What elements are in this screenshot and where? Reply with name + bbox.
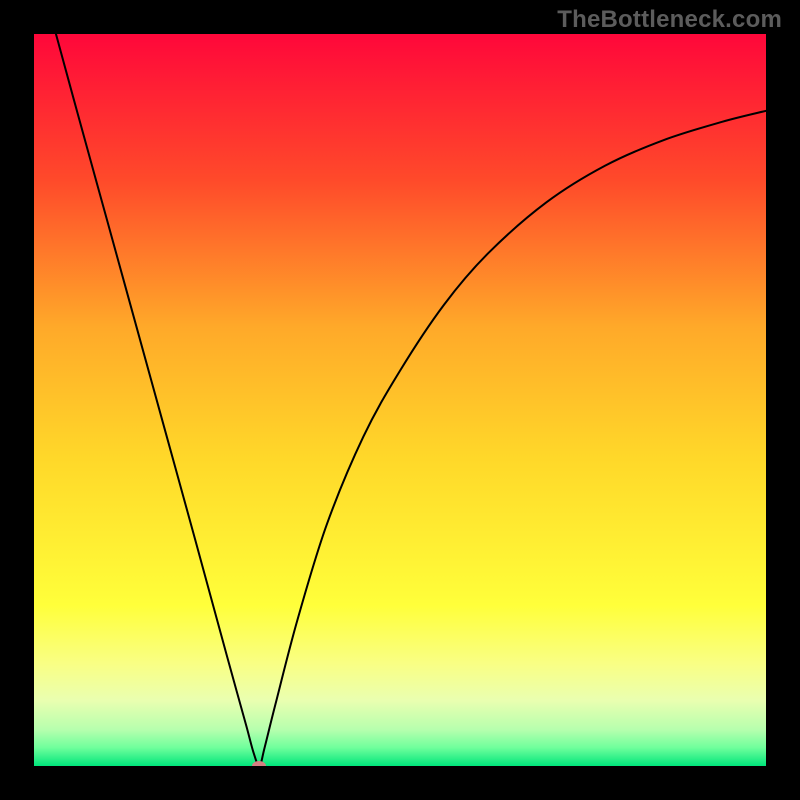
chart-frame: TheBottleneck.com (0, 0, 800, 800)
plot-area (34, 34, 766, 766)
watermark-text: TheBottleneck.com (557, 6, 782, 34)
bottleneck-curve (56, 34, 766, 766)
optimum-marker (252, 761, 266, 766)
curve-layer (34, 34, 766, 766)
